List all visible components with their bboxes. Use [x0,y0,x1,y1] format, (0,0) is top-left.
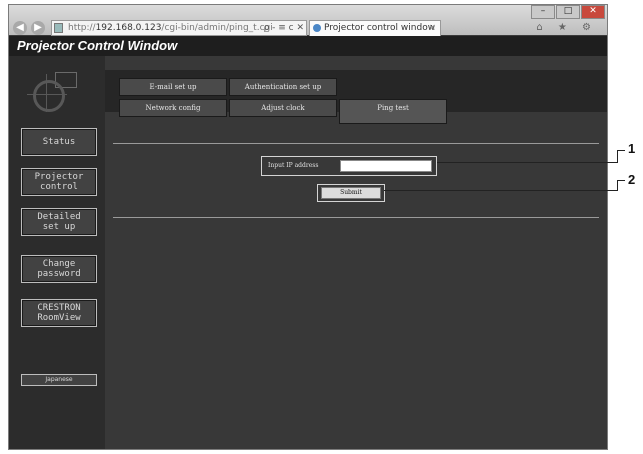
callout-cap-1 [617,150,625,151]
close-button[interactable]: ✕ [581,5,605,19]
tab-close-icon[interactable]: × [428,21,436,36]
callout-number-2: 2 [628,172,636,187]
sidebar-item-projector-control[interactable]: Projector control [21,168,97,196]
forward-icon[interactable]: ▶ [31,21,45,35]
address-controls[interactable]: ρ - ≡ c ✕ [264,21,304,35]
logo-crosshair-v [46,74,47,112]
logo-crosshair-h [27,94,67,95]
submit-button[interactable]: Submit [321,187,381,199]
callout-number-1: 1 [628,141,636,156]
divider-bottom [113,217,599,218]
browser-toolbar-icons[interactable]: ⌂ ★ ⚙ [536,22,597,33]
divider-top [113,143,599,144]
browser-tab-title: Projector control window [324,23,436,33]
tab-adjust-clock[interactable]: Adjust clock [229,99,337,117]
sidebar-item-status[interactable]: Status [21,128,97,156]
callout-cap-2 [617,180,625,181]
address-bar[interactable]: http://192.168.0.123/cgi-bin/admin/ping_… [51,20,307,36]
callout-tick-1 [617,150,618,163]
browser-title-bar: – □ ✕ ◀ ▶ http://192.168.0.123/cgi-bin/a… [9,5,607,36]
sidebar-item-detailed-setup[interactable]: Detailed set up [21,208,97,236]
logo-lens-shape [33,80,65,112]
callout-line-1 [437,162,617,163]
app-title: Projector Control Window [9,36,607,56]
tab-email-setup[interactable]: E-mail set up [119,78,227,96]
browser-window: – □ ✕ ◀ ▶ http://192.168.0.123/cgi-bin/a… [8,4,608,450]
address-scheme: http:// [68,23,96,33]
tab-strip: E-mail set up Authentication set up Netw… [105,70,607,124]
ip-address-input[interactable] [340,160,432,172]
language-button[interactable]: Japanese [21,374,97,386]
address-host: 192.168.0.123 [95,23,162,33]
page-icon [54,23,63,33]
callout-line-2 [384,190,617,191]
ip-address-group: Input IP address [261,156,437,176]
submit-group: Submit [317,184,385,202]
ip-address-label: Input IP address [268,162,319,169]
maximize-button[interactable]: □ [556,5,580,19]
callout-tick-2 [617,180,618,191]
sidebar-item-change-password[interactable]: Change password [21,255,97,283]
sidebar-item-crestron-roomview[interactable]: CRESTRON RoomView [21,299,97,327]
tab-network-config[interactable]: Network config [119,99,227,117]
tab-authentication-setup[interactable]: Authentication set up [229,78,337,96]
browser-tab[interactable]: Projector control window × [309,20,441,36]
back-icon[interactable]: ◀ [13,21,27,35]
browser-favicon-icon [313,24,321,32]
minimize-button[interactable]: – [531,5,555,19]
window-controls: – □ ✕ [530,5,605,19]
tab-ping-test[interactable]: Ping test [339,99,447,124]
address-path: /cgi-bin/admin/ping_t.cgi [161,23,273,33]
sidebar: Status Projector control Detailed set up… [9,56,105,449]
projector-logo-icon [25,70,87,118]
main-content: E-mail set up Authentication set up Netw… [105,56,607,449]
